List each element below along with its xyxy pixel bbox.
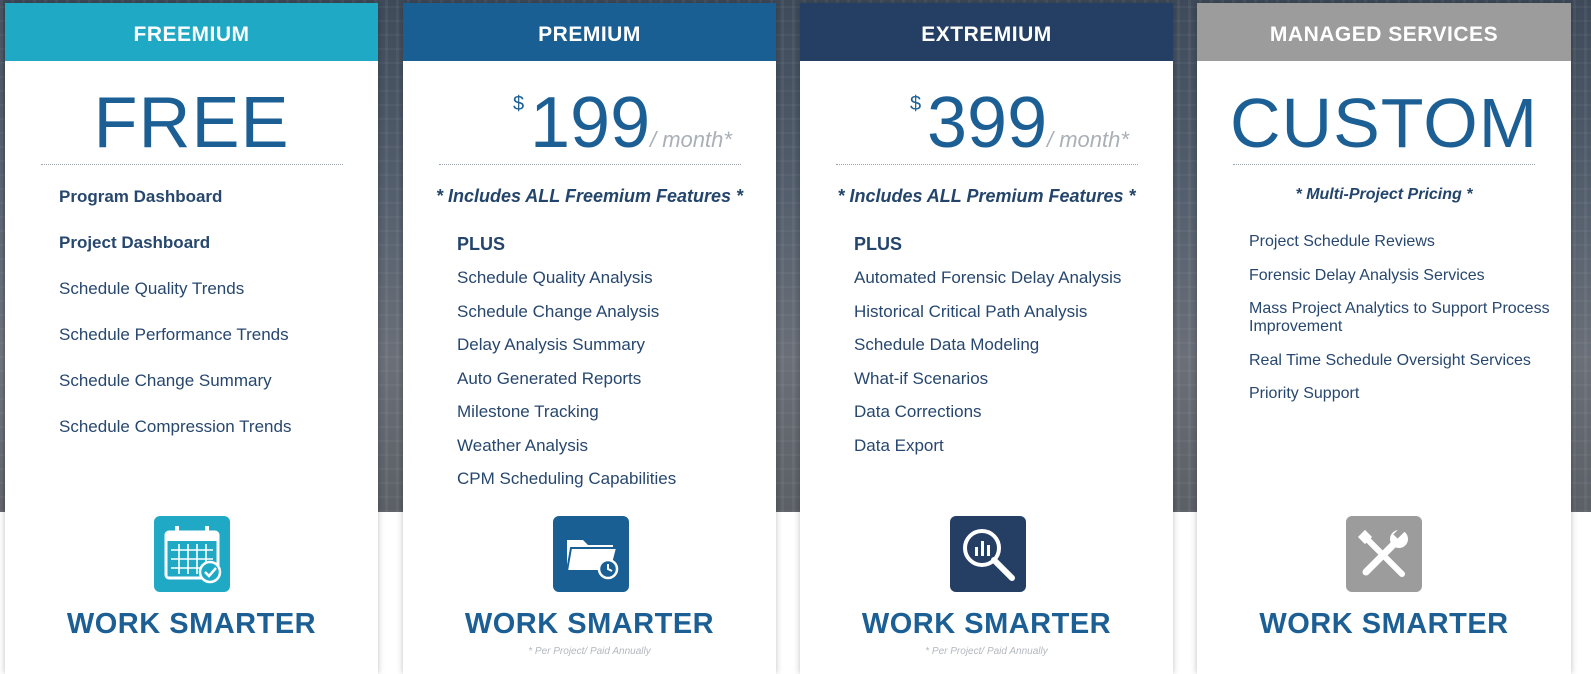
plan-price: CUSTOM	[1197, 61, 1571, 164]
price-custom: CUSTOM	[1229, 84, 1539, 162]
feature-list: Automated Forensic Delay Analysis Histor…	[800, 268, 1173, 469]
tagline: WORK SMARTER	[66, 608, 317, 640]
feature-list: Schedule Quality Analysis Schedule Chang…	[403, 268, 776, 503]
feature-item: Program Dashboard	[59, 187, 223, 206]
pricing-footnote: * Per Project/ Paid Annually	[925, 646, 1048, 657]
plan-price: FREE	[5, 61, 378, 164]
price-period: / month*	[1047, 127, 1129, 152]
includes-note: * Includes ALL Freemium Features *	[435, 186, 744, 206]
feature-item: Auto Generated Reports	[457, 368, 642, 388]
feature-item: What-if Scenarios	[854, 368, 989, 388]
feature-item: Schedule Performance Trends	[59, 325, 289, 344]
divider	[835, 164, 1138, 165]
feature-item: Historical Critical Path Analysis	[854, 301, 1088, 321]
feature-item: Automated Forensic Delay Analysis	[854, 268, 1122, 287]
divider	[1233, 164, 1535, 165]
feature-item: Project Dashboard	[59, 233, 211, 252]
feature-list: Project Schedule Reviews Forensic Delay …	[1197, 233, 1571, 419]
feature-item: Project Schedule Reviews	[1249, 233, 1435, 250]
feature-item: Real Time Schedule Oversight Services	[1249, 351, 1531, 369]
price-period: / month*	[650, 127, 732, 152]
feature-item: Data Corrections	[854, 402, 982, 421]
feature-item: Forensic Delay Analysis Services	[1249, 266, 1485, 284]
feature-item: Schedule Change Analysis	[457, 301, 660, 321]
feature-item: CPM Scheduling Capabilities	[457, 469, 677, 488]
feature-item: Milestone Tracking	[457, 402, 599, 421]
currency-symbol: $	[513, 93, 525, 115]
feature-item: Schedule Quality Analysis	[457, 268, 653, 287]
feature-item: Priority Support	[1249, 385, 1360, 402]
pricing-footnote: * Per Project/ Paid Annually	[528, 646, 651, 657]
feature-list: Program Dashboard Project Dashboard Sche…	[5, 187, 378, 463]
feature-item: Weather Analysis	[457, 435, 589, 455]
feature-item: Schedule Compression Trends	[59, 417, 292, 436]
includes-note: * Multi-Project Pricing *	[1295, 186, 1473, 203]
tagline: WORK SMARTER	[1259, 608, 1509, 640]
plan-header: PREMIUM	[403, 3, 776, 61]
plan-header: MANAGED SERVICES	[1197, 3, 1571, 61]
divider	[438, 164, 741, 165]
calendar-check-icon	[154, 516, 230, 592]
feature-item: Data Export	[854, 435, 944, 455]
plan-header: FREEMIUM	[5, 3, 378, 61]
magnifier-chart-icon	[950, 516, 1026, 592]
plan-price: $ 199 / month*	[403, 61, 776, 164]
plan-price: $ 399 / month*	[800, 61, 1173, 164]
plan-card-premium: PREMIUM $ 199 / month* * Includes ALL Fr…	[403, 3, 776, 674]
tagline: WORK SMARTER	[861, 608, 1112, 640]
currency-symbol: $	[910, 93, 922, 115]
feature-item: Schedule Quality Trends	[59, 279, 245, 298]
folder-clock-icon	[553, 516, 629, 592]
feature-item: Delay Analysis Summary	[457, 335, 646, 354]
divider	[40, 164, 343, 165]
includes-note: * Includes ALL Premium Features *	[837, 186, 1136, 206]
plus-label: PLUS	[457, 234, 506, 254]
tools-icon	[1346, 516, 1422, 592]
tagline: WORK SMARTER	[464, 608, 715, 640]
plan-card-managed-services: MANAGED SERVICES CUSTOM * Multi-Project …	[1197, 3, 1571, 674]
price-amount: 199	[530, 83, 651, 163]
plan-card-extremium: EXTREMIUM $ 399 / month* * Includes ALL …	[800, 3, 1173, 674]
plus-label: PLUS	[854, 234, 903, 254]
feature-item: Schedule Data Modeling	[854, 335, 1040, 354]
price-amount: 399	[927, 83, 1048, 163]
feature-item: Schedule Change Summary	[59, 371, 272, 390]
feature-item: Mass Project Analytics to Support Proces…	[1249, 300, 1550, 335]
plan-header: EXTREMIUM	[800, 3, 1173, 61]
plan-card-freemium: FREEMIUM FREE Program Dashboard Project …	[5, 3, 378, 674]
price-free: FREE	[93, 83, 290, 163]
